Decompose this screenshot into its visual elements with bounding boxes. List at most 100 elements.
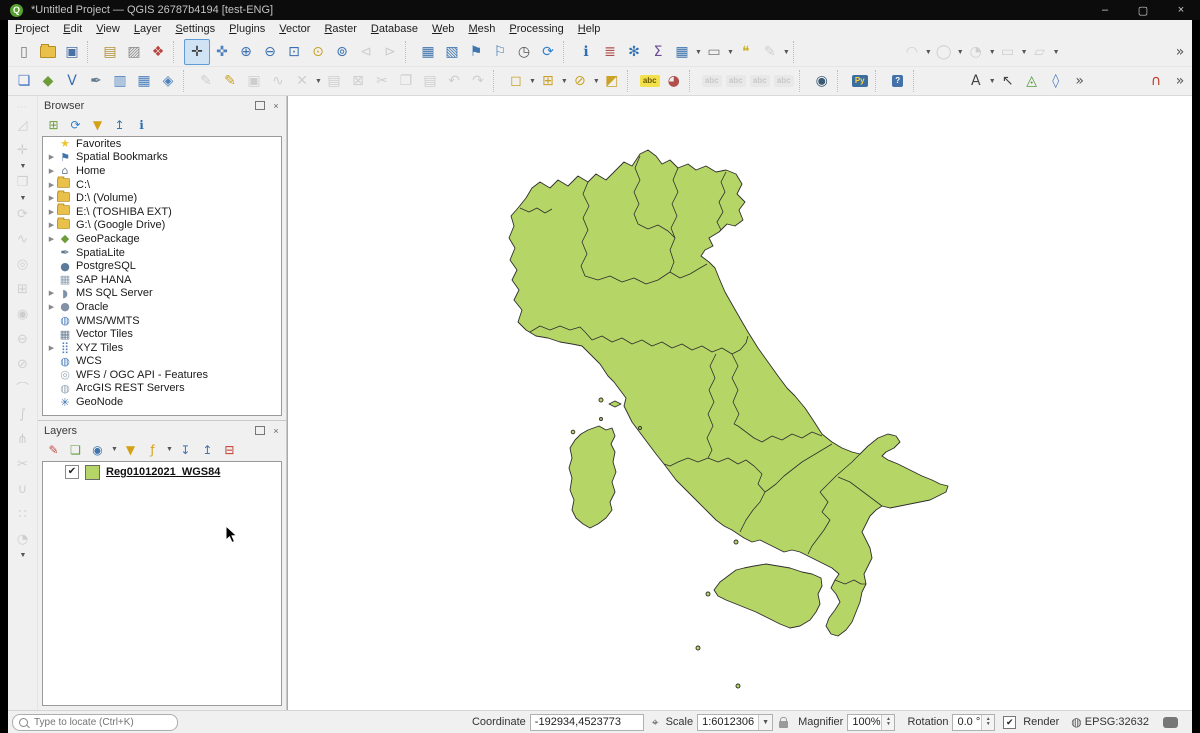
deselect-all-button[interactable]: ⊘ — [568, 69, 592, 93]
menu-database[interactable]: Database — [364, 21, 425, 37]
expand-arrow-icon[interactable]: ▶ — [46, 221, 57, 229]
toolbar2-overflow-1-button[interactable]: » — [1068, 69, 1092, 93]
style-manager-button[interactable]: ❖ — [146, 40, 170, 64]
expand-arrow-icon[interactable]: ▶ — [46, 153, 57, 161]
shape-polygon-tool-dropdown-icon[interactable]: ▼ — [1053, 49, 1060, 56]
show-statistics-button[interactable]: Σ — [646, 40, 670, 64]
add-selected-layers-button[interactable]: ⊞ — [44, 115, 63, 134]
measure-line-dropdown-icon[interactable]: ▼ — [727, 49, 734, 56]
expand-arrow-icon[interactable]: ▶ — [46, 344, 57, 352]
metasearch-button[interactable]: ◉ — [810, 69, 834, 93]
new-print-layout-button[interactable]: ▤ — [98, 40, 122, 64]
menu-project[interactable]: Project — [8, 21, 56, 37]
open-data-source-manager-button[interactable]: ❏ — [12, 69, 36, 93]
toolbar1-overflow-button[interactable]: » — [1168, 40, 1192, 64]
temporal-controller-button[interactable]: ◷ — [512, 40, 536, 64]
layer-row[interactable]: ✔Reg01012021_WGS84 — [43, 462, 281, 482]
vertex-tool-dropdown-icon[interactable]: ▼ — [315, 78, 322, 85]
zoom-out-button[interactable]: ⊖ — [258, 40, 282, 64]
open-layer-styling-panel-button[interactable]: ✎ — [44, 440, 63, 459]
fill-ring-digitize-button[interactable]: ◊ — [1044, 69, 1068, 93]
deselect-all-dropdown-icon[interactable]: ▼ — [593, 78, 600, 85]
browser-item-drive-g[interactable]: ▶G:\ (Google Drive) — [43, 219, 281, 233]
expand-all-layers-button[interactable]: ↧ — [176, 440, 195, 459]
measure-line-button[interactable]: ▭ — [702, 40, 726, 64]
browser-item-geonode[interactable]: ✳GeoNode — [43, 395, 281, 409]
browser-item-vector-tiles[interactable]: ▦Vector Tiles — [43, 327, 281, 341]
scale-dropdown-icon[interactable]: ▼ — [758, 715, 772, 730]
select-features-by-value-button[interactable]: ⊞ — [536, 69, 560, 93]
enable-snapping-button[interactable]: ∩ — [1144, 69, 1168, 93]
annotation-text-tool-button[interactable]: A — [964, 69, 988, 93]
map-tips-button[interactable]: ❝ — [734, 40, 758, 64]
expand-arrow-icon[interactable]: ▶ — [46, 181, 57, 189]
crs-status[interactable]: EPSG:32632 — [1085, 716, 1149, 728]
filter-by-expression-button[interactable]: ƒ — [143, 440, 162, 459]
browser-item-mssql[interactable]: ▶◗MS SQL Server — [43, 287, 281, 301]
expand-arrow-icon[interactable]: ▶ — [46, 303, 57, 311]
browser-item-home[interactable]: ▶⌂Home — [43, 164, 281, 178]
minimize-button[interactable]: – — [1086, 0, 1124, 20]
layers-close-button[interactable]: × — [270, 425, 282, 437]
browser-item-drive-e[interactable]: ▶E:\ (TOSHIBA EXT) — [43, 205, 281, 219]
select-annotation-button[interactable]: ↖ — [996, 69, 1020, 93]
new-geopackage-layer-button[interactable]: ◆ — [36, 69, 60, 93]
select-features-dropdown-icon[interactable]: ▼ — [529, 78, 536, 85]
new-project-button[interactable]: ▯ — [12, 40, 36, 64]
processing-toolbox-button[interactable]: ✻ — [622, 40, 646, 64]
new-virtual-layer-button[interactable]: ◈ — [156, 69, 180, 93]
help-contents-button[interactable]: ? — [886, 69, 910, 93]
new-spatial-bookmark-button[interactable]: ⚑ — [464, 40, 488, 64]
new-shapefile-layer-button[interactable]: V — [60, 69, 84, 93]
menu-edit[interactable]: Edit — [56, 21, 89, 37]
menu-settings[interactable]: Settings — [168, 21, 222, 37]
menu-web[interactable]: Web — [425, 21, 461, 37]
browser-item-wcs[interactable]: ◍WCS — [43, 355, 281, 369]
browser-item-sap-hana[interactable]: ▦SAP HANA — [43, 273, 281, 287]
browser-item-oracle[interactable]: ▶●Oracle — [43, 300, 281, 314]
toggle-editing-button[interactable]: ✎ — [218, 69, 242, 93]
expand-arrow-icon[interactable]: ▶ — [46, 235, 57, 243]
refresh-map-button[interactable]: ⟳ — [536, 40, 560, 64]
menu-help[interactable]: Help — [571, 21, 608, 37]
move-feature-dropdown-icon[interactable]: ▼ — [20, 163, 27, 170]
browser-close-button[interactable]: × — [270, 100, 282, 112]
browser-properties-button[interactable]: ℹ — [132, 115, 151, 134]
browser-item-wfs-ogc-api-features[interactable]: ◎WFS / OGC API - Features — [43, 368, 281, 382]
browser-item-arcgis-rest-servers[interactable]: ◍ArcGIS REST Servers — [43, 382, 281, 396]
menu-layer[interactable]: Layer — [127, 21, 169, 37]
menu-view[interactable]: View — [89, 21, 127, 37]
map-canvas[interactable] — [287, 96, 1192, 710]
refresh-browser-button[interactable]: ⟳ — [66, 115, 85, 134]
layer-labeling-button[interactable]: abc — [638, 69, 662, 93]
browser-item-wms-wmts[interactable]: ◍WMS/WMTS — [43, 314, 281, 328]
magnifier-spinbox[interactable]: 100%▲▼ — [847, 714, 895, 731]
collapse-all-browser-button[interactable]: ↥ — [110, 115, 129, 134]
save-project-button[interactable]: ▣ — [60, 40, 84, 64]
browser-item-spatialite[interactable]: ✒SpatiaLite — [43, 246, 281, 260]
manage-map-themes-button[interactable]: ◉ — [88, 440, 107, 459]
layer-visibility-checkbox[interactable]: ✔ — [65, 465, 79, 479]
scale-lock-icon[interactable] — [779, 721, 788, 728]
statistical-summary-button[interactable]: ≣ — [598, 40, 622, 64]
locate-bar[interactable] — [12, 714, 178, 731]
shape-ellipse-tool-dropdown-icon[interactable]: ▼ — [989, 49, 996, 56]
new-3d-map-view-button[interactable]: ▧ — [440, 40, 464, 64]
shape-arc-tool-dropdown-icon[interactable]: ▼ — [925, 49, 932, 56]
open-attribute-table-dropdown-icon[interactable]: ▼ — [695, 49, 702, 56]
identify-features-button[interactable]: ℹ — [574, 40, 598, 64]
zoom-full-button[interactable]: ⊡ — [282, 40, 306, 64]
new-temporary-scratch-layer-button[interactable]: ▦ — [132, 69, 156, 93]
zoom-to-layer-button[interactable]: ⊚ — [330, 40, 354, 64]
messages-icon[interactable] — [1163, 717, 1178, 728]
menu-raster[interactable]: Raster — [317, 21, 363, 37]
remove-layer-button[interactable]: ⊟ — [220, 440, 239, 459]
layer-diagram-button[interactable]: ◕ — [662, 69, 686, 93]
browser-item-drive-d[interactable]: ▶D:\ (Volume) — [43, 191, 281, 205]
filter-legend-button[interactable]: ▼ — [121, 440, 140, 459]
locate-input[interactable] — [32, 716, 156, 729]
browser-item-postgresql[interactable]: ●PostgreSQL — [43, 259, 281, 273]
add-ring-digitize-button[interactable]: ◬ — [1020, 69, 1044, 93]
new-map-view-button[interactable]: ▦ — [416, 40, 440, 64]
menu-plugins[interactable]: Plugins — [222, 21, 272, 37]
